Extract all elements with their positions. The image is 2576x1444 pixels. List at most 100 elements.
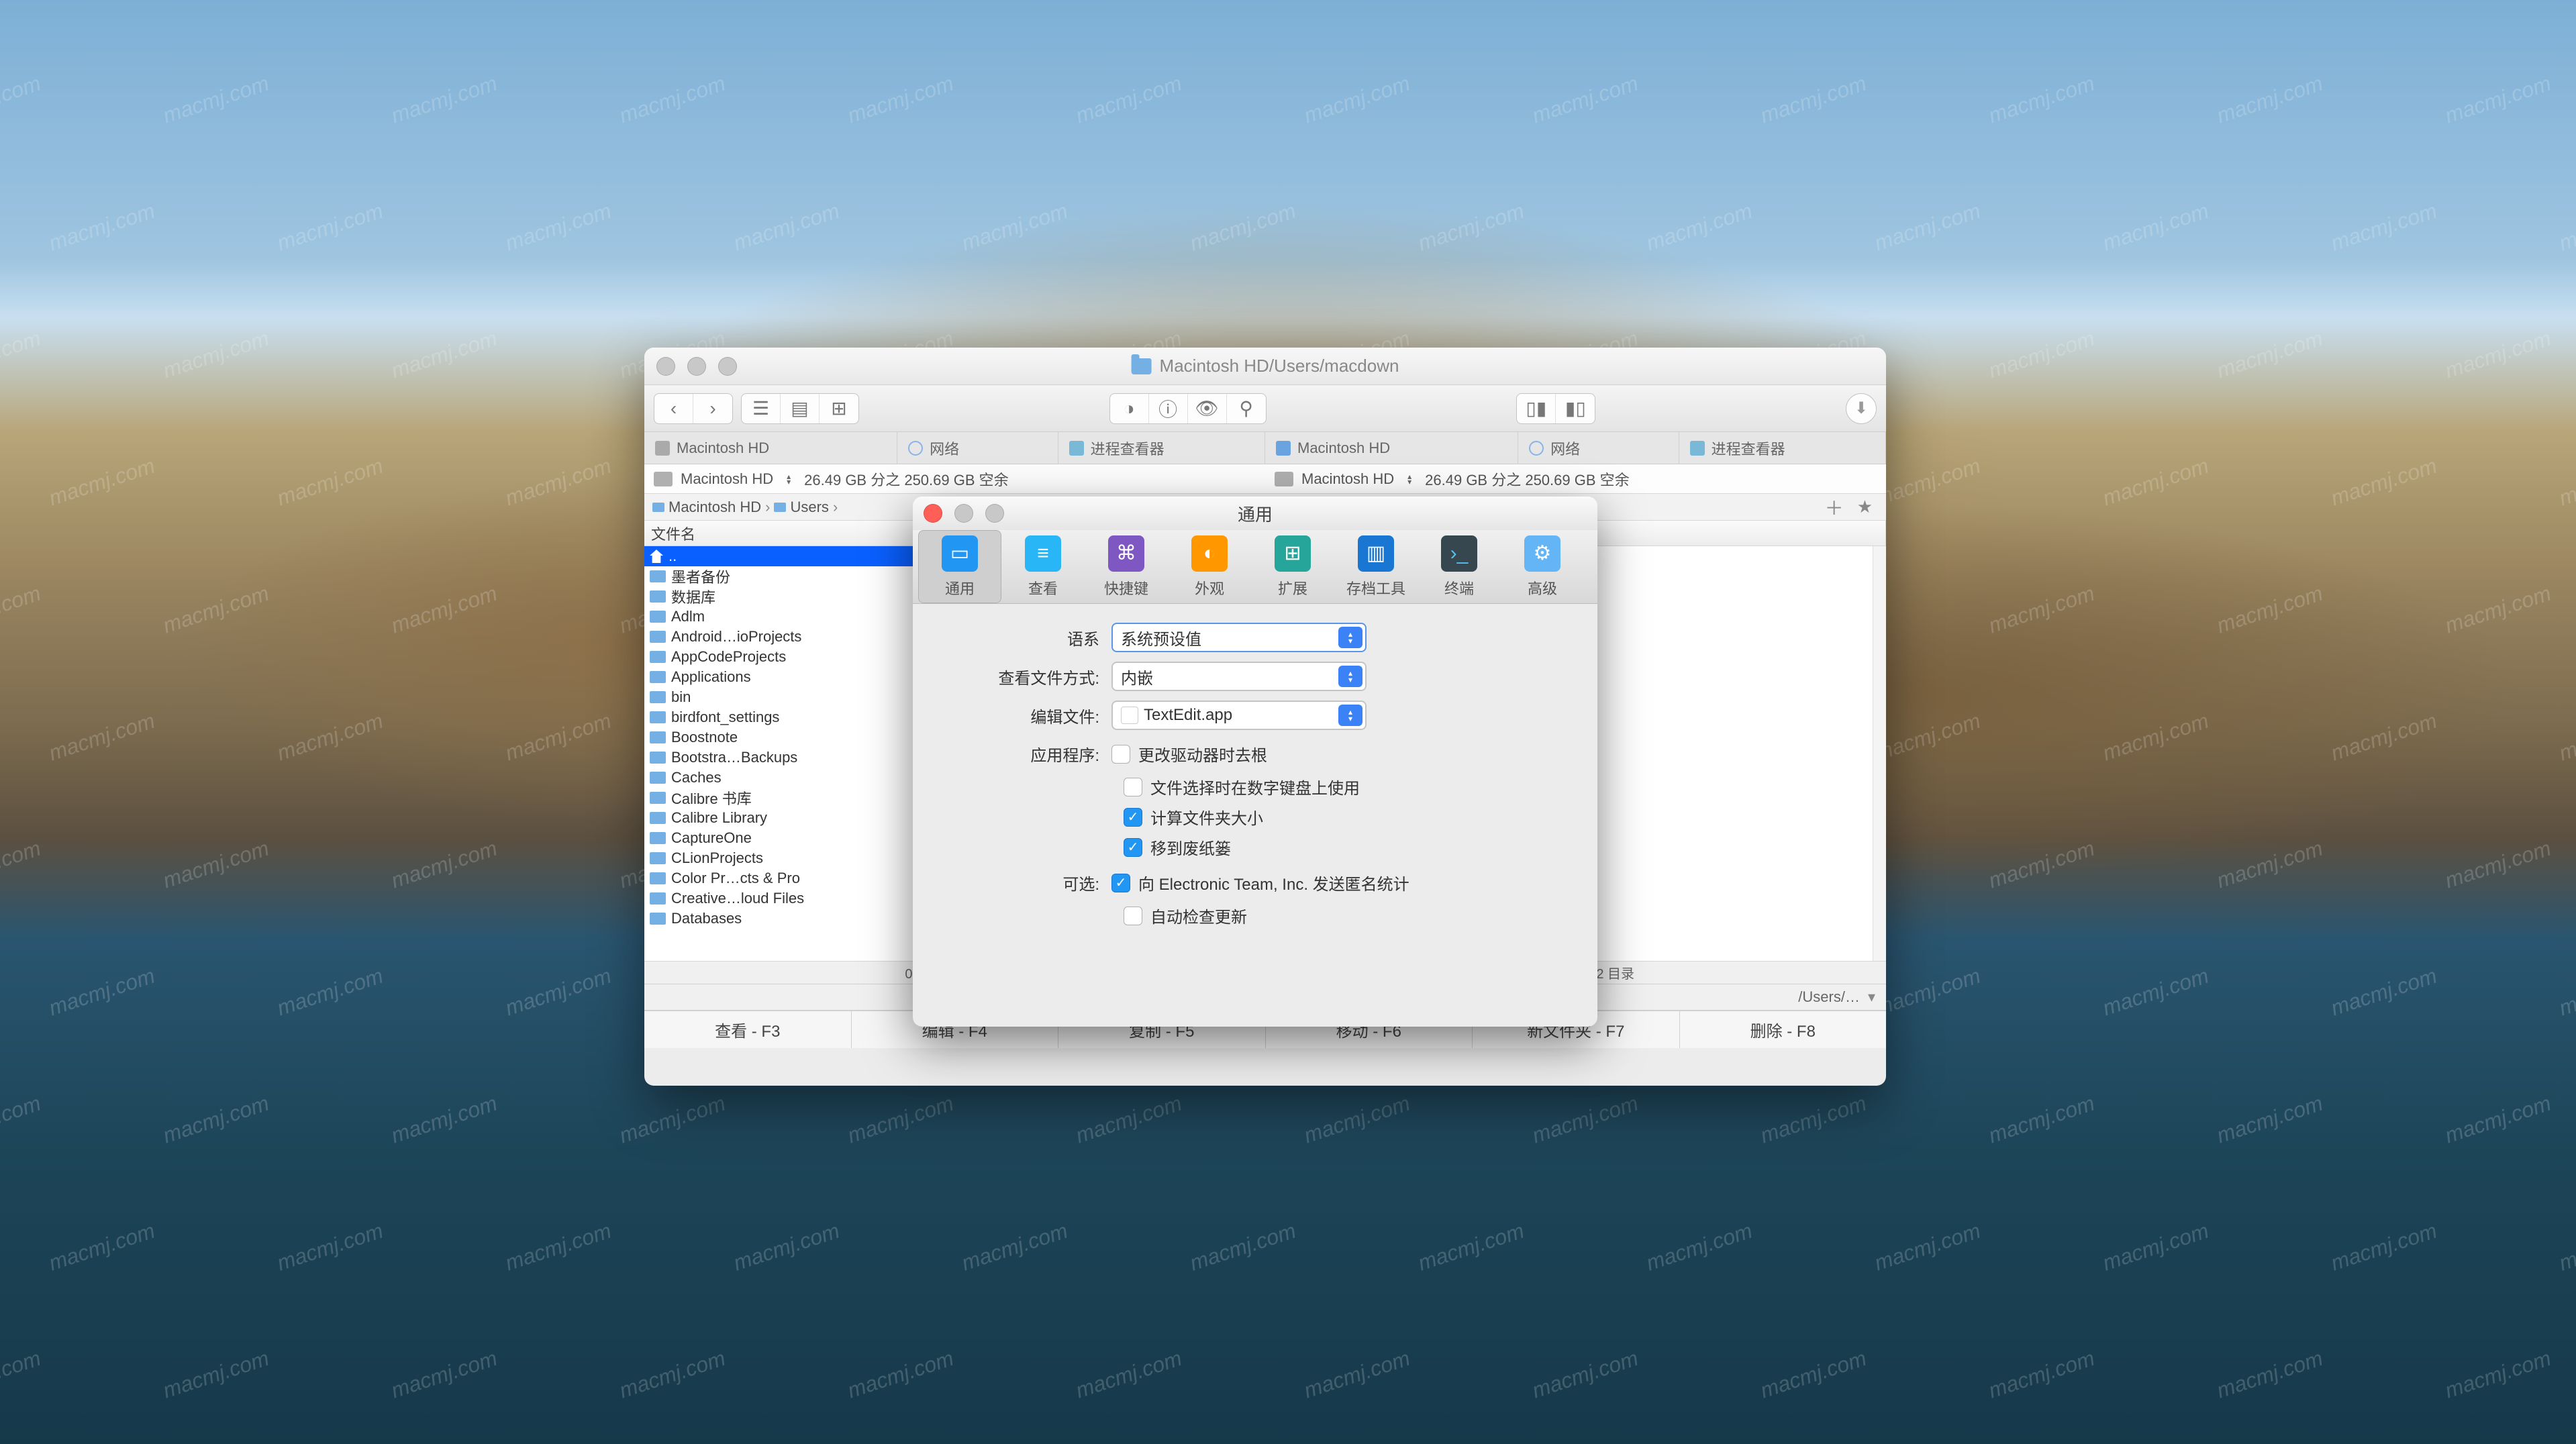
disk-icon <box>655 441 670 456</box>
prefs-tab-7[interactable]: ⚙高级 <box>1501 530 1584 603</box>
viewmode-label: 查看文件方式: <box>937 665 1111 688</box>
window-title: Macintosh HD/Users/macdown <box>1160 356 1399 376</box>
prefs-tab-6[interactable]: ›_ 终端 <box>1418 530 1501 603</box>
tab-icon: ▭ <box>942 535 978 572</box>
globe-icon <box>908 441 923 456</box>
back-button[interactable]: ‹ <box>654 394 693 423</box>
left-tab-network[interactable]: 网络 <box>897 432 1058 464</box>
preferences-window: 通用 ▭通用≡查看⌘快捷键◐外观⊞扩展▥存档工具›_终端⚙高级 语系 系统预设值… <box>913 497 1597 1027</box>
file-name: Databases <box>671 910 742 927</box>
chevrons-icon: ▴▾ <box>1338 705 1363 726</box>
close-button[interactable] <box>656 357 675 376</box>
function-key-button[interactable]: 删除 - F8 <box>1680 1011 1887 1048</box>
close-button[interactable] <box>924 504 942 523</box>
folder-icon <box>1132 358 1152 374</box>
tab-label: 通用 <box>945 577 975 599</box>
activity-icon <box>1069 441 1084 456</box>
disk-icon <box>654 472 673 486</box>
folder-icon <box>650 792 666 804</box>
info-button[interactable]: ⓘ <box>1149 394 1188 423</box>
zoom-button[interactable] <box>985 504 1004 523</box>
checkbox-autoupdate[interactable] <box>1124 907 1142 925</box>
view-columns-button[interactable]: ▤ <box>781 394 820 423</box>
file-name: AppCodeProjects <box>671 648 786 666</box>
forward-button[interactable]: › <box>693 394 732 423</box>
checkbox-trash[interactable]: ✓ <box>1124 838 1142 857</box>
tab-icon: ›_ <box>1441 535 1477 572</box>
view-list-button[interactable]: ☰ <box>742 394 781 423</box>
chevron-down-icon[interactable]: ▾ <box>1868 988 1875 1006</box>
disk-icon <box>1275 472 1293 486</box>
tab-label: 终端 <box>1444 577 1474 599</box>
prefs-tab-3[interactable]: ◐外观 <box>1168 530 1251 603</box>
add-tab-button[interactable]: ＋ <box>1821 494 1848 520</box>
app-section-label: 应用程序: <box>937 742 1111 766</box>
file-name: 数据库 <box>671 586 715 607</box>
checkbox-goroot[interactable] <box>1111 745 1130 764</box>
drive-name: Macintosh HD <box>681 470 773 488</box>
editor-select[interactable]: TextEdit.app ▴▾ <box>1111 701 1367 730</box>
toggle-switch[interactable]: ◑ <box>1110 394 1149 423</box>
folder-icon <box>650 711 666 723</box>
prefs-tab-4[interactable]: ⊞扩展 <box>1251 530 1334 603</box>
drive-space: 26.49 GB 分之 250.69 GB 空余 <box>1425 468 1629 490</box>
favorite-button[interactable]: ★ <box>1852 497 1878 517</box>
pane-prev-button[interactable]: ▯▮ <box>1517 394 1556 423</box>
checkbox-stats[interactable]: ✓ <box>1111 874 1130 892</box>
file-name: Boostnote <box>671 729 738 746</box>
drive-dropdown[interactable]: ▴▾ <box>781 472 796 486</box>
language-select[interactable]: 系统预设值 ▴▾ <box>1111 623 1367 652</box>
file-name: CaptureOne <box>671 829 752 847</box>
prefs-tab-2[interactable]: ⌘快捷键 <box>1085 530 1168 603</box>
minimize-button[interactable] <box>687 357 706 376</box>
left-tab-taskmgr[interactable]: 进程查看器 <box>1058 432 1265 464</box>
panel-tabs: Macintosh HD 网络 进程查看器 Macintosh HD 网络 进程… <box>644 432 1886 464</box>
right-tab-network[interactable]: 网络 <box>1518 432 1679 464</box>
zoom-button[interactable] <box>718 357 737 376</box>
minimize-button[interactable] <box>954 504 973 523</box>
file-name: 墨者备份 <box>671 566 730 587</box>
view-grid-button[interactable]: ⊞ <box>820 394 858 423</box>
toolbar: ‹ › ☰ ▤ ⊞ ◑ ⓘ 👁 ⚲ ▯▮ ▮▯ ⬇ <box>644 385 1886 432</box>
right-tab-taskmgr[interactable]: 进程查看器 <box>1679 432 1886 464</box>
disk-icon <box>1276 441 1291 456</box>
left-tab-disk[interactable]: Macintosh HD <box>644 432 897 464</box>
folder-icon <box>652 503 664 512</box>
viewmode-select[interactable]: 内嵌 ▴▾ <box>1111 662 1367 691</box>
checkbox-foldersize[interactable]: ✓ <box>1124 808 1142 827</box>
right-tab-disk[interactable]: Macintosh HD <box>1265 432 1518 464</box>
file-name: Calibre Library <box>671 809 767 827</box>
language-label: 语系 <box>937 626 1111 650</box>
app-icon <box>1121 707 1138 724</box>
tab-icon: ⚙ <box>1524 535 1561 572</box>
folder-icon <box>650 611 666 623</box>
prefs-tab-5[interactable]: ▥存档工具 <box>1334 530 1418 603</box>
download-icon[interactable]: ⬇ <box>1846 393 1877 424</box>
folder-icon <box>774 503 786 512</box>
file-name: birdfont_settings <box>671 709 779 726</box>
prefs-body: 语系 系统预设值 ▴▾ 查看文件方式: 内嵌 ▴▾ 编辑文件: TextEdit… <box>913 604 1597 953</box>
drive-name: Macintosh HD <box>1301 470 1394 488</box>
scrollbar[interactable] <box>1873 546 1886 961</box>
editor-label: 编辑文件: <box>937 704 1111 727</box>
optional-section-label: 可选: <box>937 871 1111 894</box>
checkbox-numpad[interactable] <box>1124 778 1142 796</box>
quicklook-button[interactable]: 👁 <box>1188 394 1227 423</box>
pane-next-button[interactable]: ▮▯ <box>1556 394 1595 423</box>
prefs-tab-0[interactable]: ▭ 通用 <box>918 530 1001 603</box>
prefs-tab-1[interactable]: ≡查看 <box>1001 530 1085 603</box>
file-name: Applications <box>671 668 751 686</box>
drive-dropdown[interactable]: ▴▾ <box>1402 472 1417 486</box>
folder-icon <box>650 892 666 905</box>
chevrons-icon: ▴▾ <box>1338 666 1363 687</box>
folder-icon <box>650 832 666 844</box>
file-name: Bootstra…Backups <box>671 749 797 766</box>
folder-icon <box>650 852 666 864</box>
drive-space: 26.49 GB 分之 250.69 GB 空余 <box>804 468 1008 490</box>
tab-icon: ◐ <box>1191 535 1228 572</box>
tab-label: 快捷键 <box>1104 577 1148 599</box>
function-key-button[interactable]: 查看 - F3 <box>644 1011 852 1048</box>
search-button[interactable]: ⚲ <box>1227 394 1266 423</box>
file-name: Calibre 书库 <box>671 787 752 809</box>
folder-icon <box>650 913 666 925</box>
